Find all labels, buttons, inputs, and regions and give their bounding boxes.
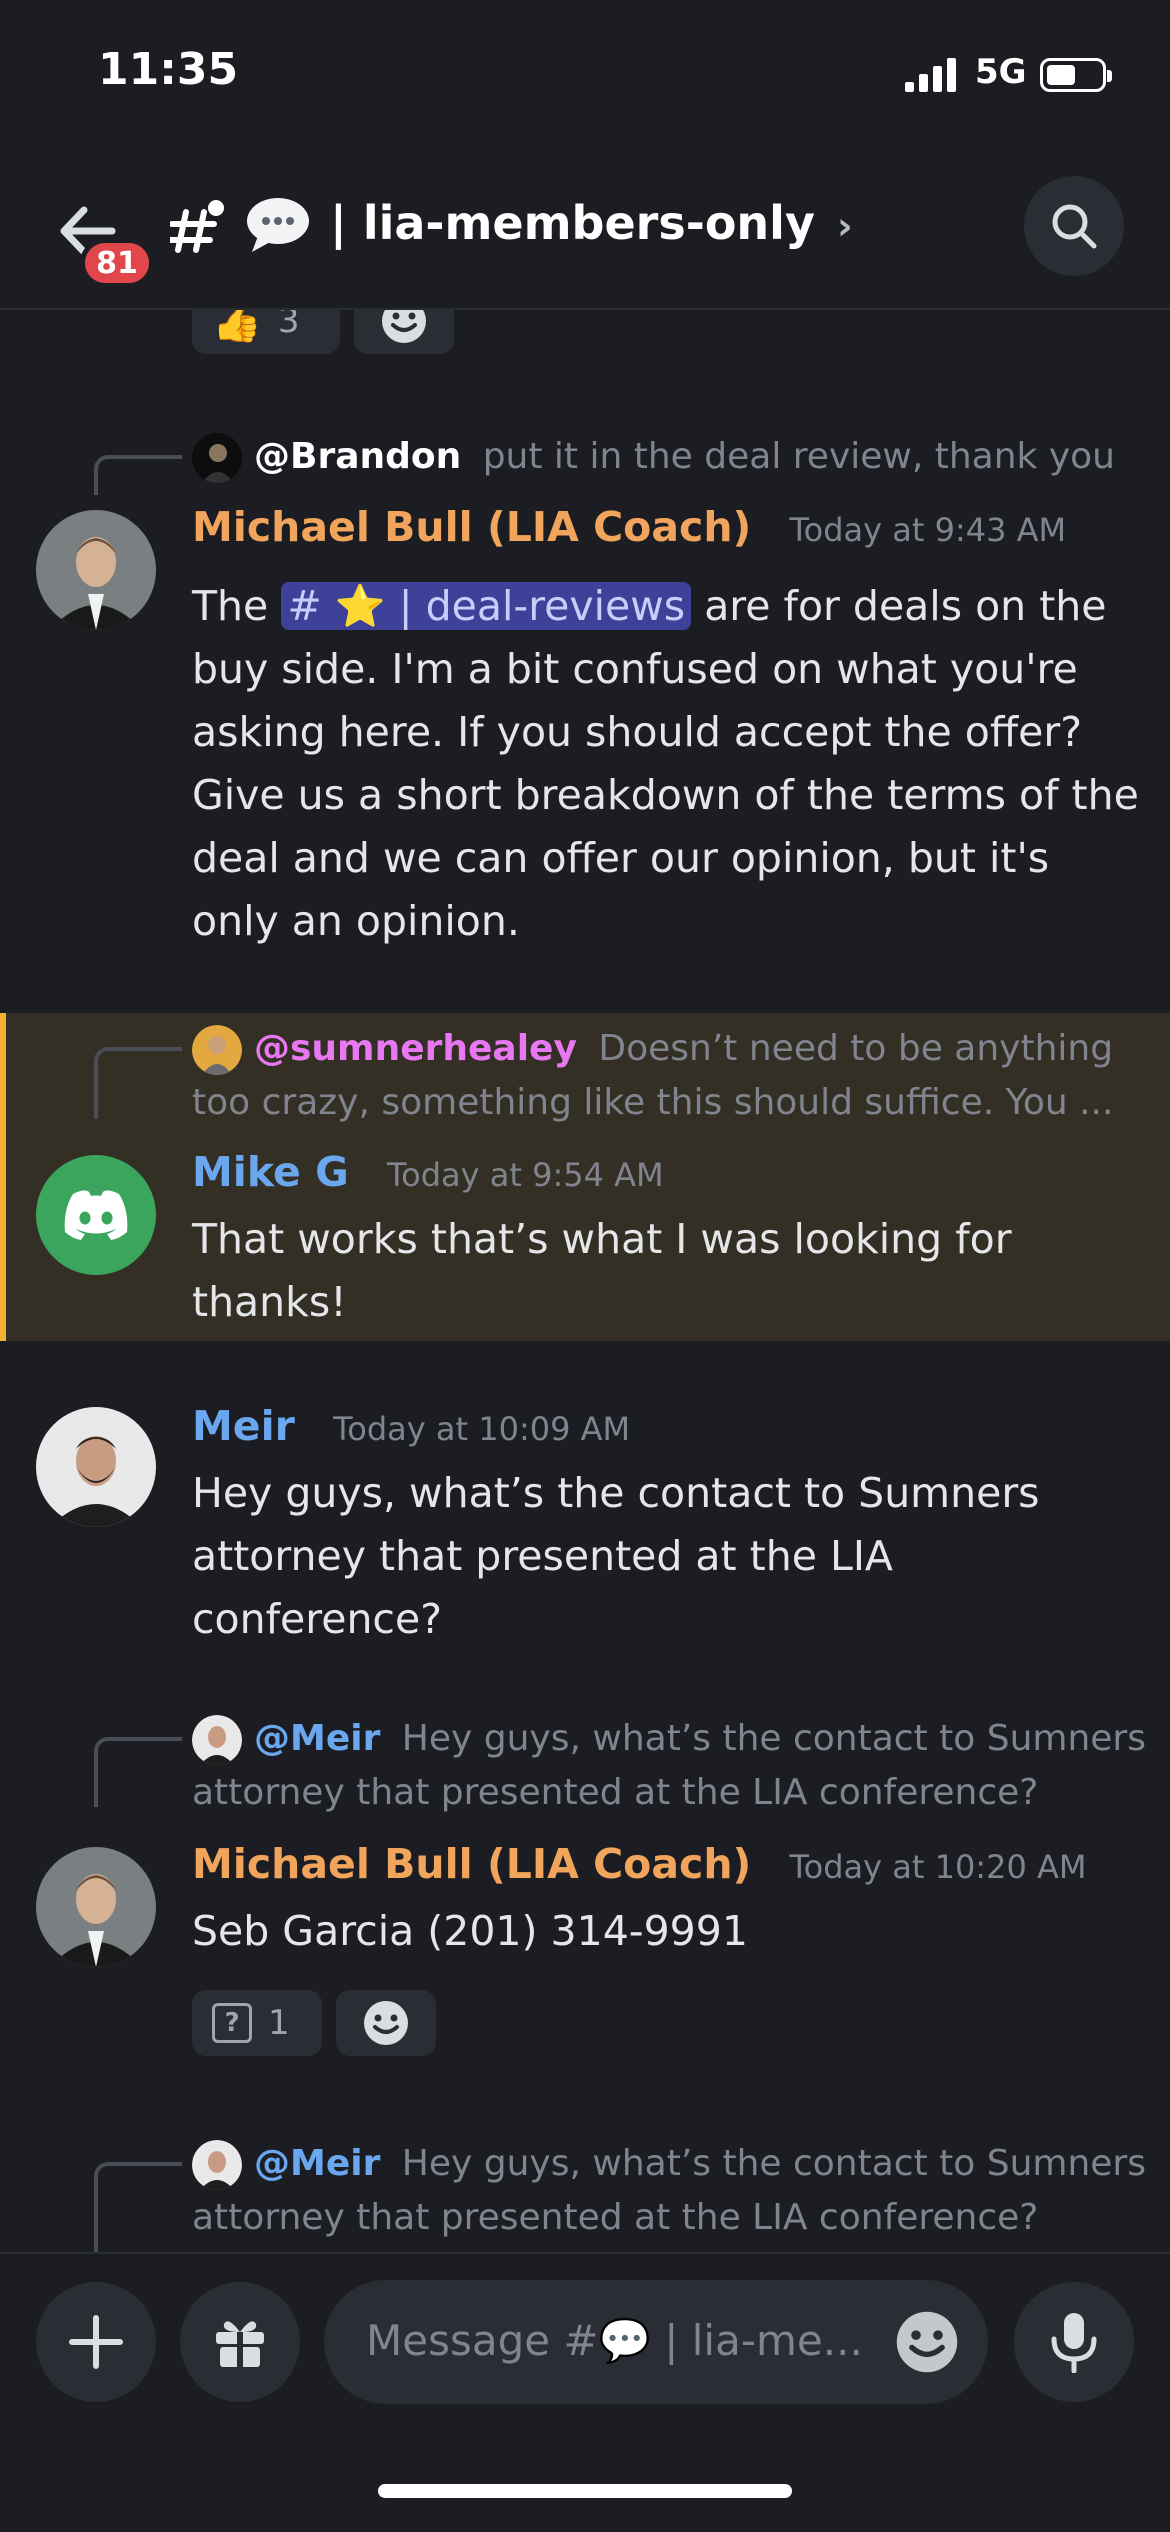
reply-text: Hey guys, what’s the contact to Sumners xyxy=(401,1718,1146,1759)
search-icon xyxy=(1052,204,1097,249)
message-author[interactable]: Meir Today at 10:09 AM xyxy=(192,1402,630,1450)
signal-icon xyxy=(905,58,956,92)
message-text: The xyxy=(192,582,269,630)
avatar xyxy=(192,2140,242,2190)
reply-connector xyxy=(94,455,182,495)
chevron-right-icon: › xyxy=(836,204,853,248)
reply-preview-continued: attorney that presented at the LIA confe… xyxy=(192,2197,1039,2238)
reply-connector xyxy=(94,2162,182,2252)
message-timestamp: Today at 9:54 AM xyxy=(387,1156,664,1194)
status-time: 11:35 xyxy=(98,44,239,95)
author-name: Michael Bull (LIA Coach) xyxy=(192,503,752,551)
reply-preview-continued: too crazy, something like this should su… xyxy=(192,1082,1114,1123)
avatar[interactable] xyxy=(36,510,156,630)
add-reaction-icon xyxy=(364,2001,408,2045)
message-body: That works that’s what I was looking for… xyxy=(192,1215,1012,1326)
microphone-icon xyxy=(1051,2313,1097,2373)
avatar xyxy=(192,1715,242,1765)
reply-author: @sumnerhealey xyxy=(254,1028,577,1069)
author-name: Meir xyxy=(192,1402,295,1450)
reply-author: @Brandon xyxy=(254,436,462,477)
reply-author: @Meir xyxy=(254,2143,381,2184)
message-body: The # ⭐ | deal-reviews are for deals on … xyxy=(192,575,1142,953)
reaction-count: 1 xyxy=(268,2003,290,2043)
emoji-icon[interactable] xyxy=(894,2309,960,2375)
reaction-thumbs-up[interactable]: 👍 3 xyxy=(192,310,340,354)
message-timestamp: Today at 9:43 AM xyxy=(789,511,1067,549)
plus-icon xyxy=(69,2315,123,2369)
channel-title[interactable]: | lia-members-only › xyxy=(330,196,853,250)
reply-text: Doesn’t need to be anything xyxy=(598,1028,1114,1069)
voice-message-button[interactable] xyxy=(1014,2282,1134,2402)
unread-badge: 81 xyxy=(80,238,154,288)
message-timestamp: Today at 10:09 AM xyxy=(333,1410,631,1448)
highlight-bar xyxy=(0,1013,6,1341)
add-reaction-button[interactable] xyxy=(354,310,454,354)
reply-text: Hey guys, what’s the contact to Sumners xyxy=(401,2143,1146,2184)
reply-preview-continued: attorney that presented at the LIA confe… xyxy=(192,1772,1039,1813)
channel-header: 81 | lia-members-only › xyxy=(0,150,1170,310)
message-author[interactable]: Michael Bull (LIA Coach) Today at 9:43 A… xyxy=(192,503,1066,551)
reply-preview[interactable]: @Meir Hey guys, what’s the contact to Su… xyxy=(192,2137,1146,2191)
reply-text: put it in the deal review, thank you xyxy=(482,436,1115,477)
message-text: are for deals on the buy side. I'm a bit… xyxy=(192,582,1139,945)
add-attachment-button[interactable] xyxy=(36,2282,156,2402)
message-input[interactable]: Message #💬 | lia-me... xyxy=(324,2280,988,2404)
message-list[interactable]: 👍 3 @Brandon put it in the deal review, … xyxy=(0,310,1170,2252)
battery-icon xyxy=(1040,58,1112,92)
reaction-count: 3 xyxy=(277,310,300,341)
message-author[interactable]: Michael Bull (LIA Coach) Today at 10:20 … xyxy=(192,1840,1086,1888)
message-placeholder: Message #💬 | lia-me... xyxy=(366,2316,863,2365)
avatar xyxy=(192,1025,242,1075)
add-reaction-button[interactable] xyxy=(336,1990,436,2056)
question-icon: ? xyxy=(212,2003,252,2043)
author-name: Mike G xyxy=(192,1148,349,1196)
reply-preview[interactable]: @Meir Hey guys, what’s the contact to Su… xyxy=(192,1712,1146,1766)
avatar[interactable] xyxy=(36,1407,156,1527)
reply-author: @Meir xyxy=(254,1718,381,1759)
search-button[interactable] xyxy=(1024,176,1124,276)
thread-icon xyxy=(170,200,224,253)
reply-connector xyxy=(94,1737,182,1807)
network-label: 5G xyxy=(975,52,1027,92)
thumbs-up-icon: 👍 xyxy=(212,310,262,345)
author-name: Michael Bull (LIA Coach) xyxy=(192,1840,752,1888)
speech-bubble-icon xyxy=(247,198,309,252)
message-composer: Message #💬 | lia-me... xyxy=(0,2252,1170,2532)
reply-preview[interactable]: @sumnerhealey Doesn’t need to be anythin… xyxy=(192,1022,1113,1076)
reaction-question[interactable]: ? 1 xyxy=(192,1990,322,2056)
message-timestamp: Today at 10:20 AM xyxy=(789,1848,1087,1886)
avatar xyxy=(192,433,242,483)
reply-preview[interactable]: @Brandon put it in the deal review, than… xyxy=(192,430,1115,484)
channel-mention[interactable]: # ⭐ | deal-reviews xyxy=(281,582,692,630)
channel-title-text: | lia-members-only xyxy=(330,196,815,250)
avatar[interactable] xyxy=(36,1155,156,1275)
status-bar: 11:35 5G xyxy=(0,0,1170,150)
discord-logo-icon xyxy=(64,1190,128,1240)
avatar[interactable] xyxy=(36,1847,156,1967)
message-body: Hey guys, what’s the contact to Sumners … xyxy=(192,1469,1040,1643)
add-reaction-icon xyxy=(382,310,426,343)
message-body: Seb Garcia (201) 314-9991 xyxy=(192,1907,748,1955)
message-author[interactable]: Mike G Today at 9:54 AM xyxy=(192,1148,664,1196)
reply-connector xyxy=(94,1047,182,1119)
gift-icon xyxy=(216,2321,264,2367)
home-indicator[interactable] xyxy=(378,2484,792,2498)
gift-button[interactable] xyxy=(180,2282,300,2402)
